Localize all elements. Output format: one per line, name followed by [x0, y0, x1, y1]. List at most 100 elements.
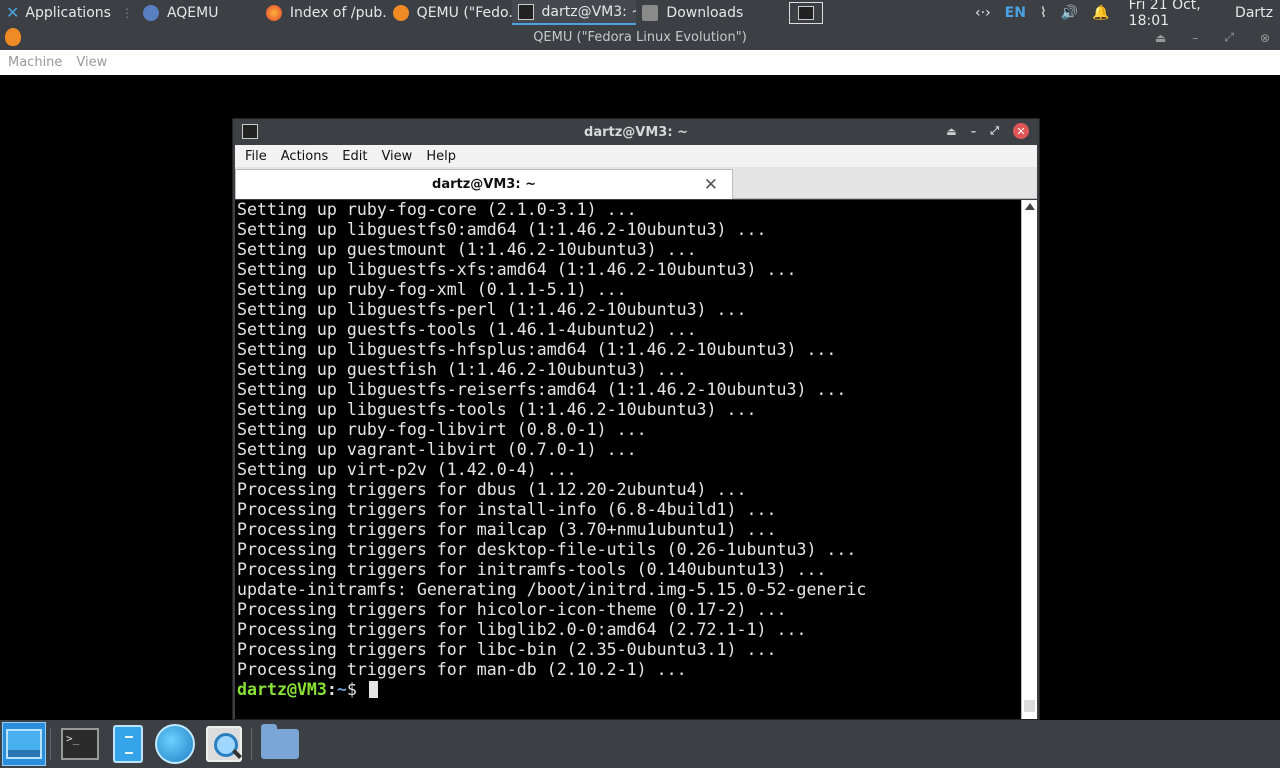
- keyboard-layout-indicator[interactable]: EN: [1005, 5, 1026, 21]
- terminal-line: Processing triggers for libc-bin (2.35-0…: [237, 640, 777, 659]
- terminal-line: Setting up libguestfs-tools (1:1.46.2-10…: [237, 400, 757, 419]
- window-list-button[interactable]: [789, 1, 824, 24]
- terminal-line: Setting up libguestfs-reiserfs:amd64 (1:…: [237, 380, 847, 399]
- applications-label: Applications: [25, 4, 111, 21]
- menu-help[interactable]: Help: [426, 149, 456, 164]
- close-icon[interactable]: ✕: [1013, 123, 1029, 139]
- terminal-window: dartz@VM3: ~ ⏏ – ⤢ ✕ File Actions Edit V…: [232, 118, 1040, 720]
- terminal-line: Processing triggers for desktop-file-uti…: [237, 540, 857, 559]
- desktop: ✕ Applications ⋮ AQEMU Index of /pub... …: [0, 0, 1280, 768]
- volume-icon[interactable]: 🔊: [1061, 5, 1078, 21]
- file-cabinet-icon: [113, 725, 143, 763]
- terminal-window-controls: ⏏ – ⤢ ✕: [946, 123, 1029, 139]
- terminal-icon: [242, 124, 258, 139]
- taskbar-item-qemu[interactable]: QEMU ("Fedo...: [387, 0, 512, 25]
- bottom-dock: >_: [0, 720, 1280, 768]
- qemu-window-title: QEMU ("Fedora Linux Evolution"): [533, 30, 747, 45]
- taskbar-label: dartz@VM3: ~: [541, 3, 637, 20]
- terminal-titlebar[interactable]: dartz@VM3: ~ ⏏ – ⤢ ✕: [233, 119, 1039, 145]
- taskbar-label: Index of /pub...: [289, 4, 387, 21]
- web-browser-launcher[interactable]: [153, 722, 197, 766]
- prompt-path: ~: [336, 680, 347, 699]
- terminal-window-title: dartz@VM3: ~: [584, 124, 688, 140]
- terminal-line: Processing triggers for man-db (2.10.2-1…: [237, 660, 687, 679]
- minimize-icon[interactable]: –: [971, 125, 977, 138]
- shade-icon[interactable]: ⏏: [946, 125, 956, 138]
- text-cursor: [368, 681, 378, 698]
- scrollbar-thumb[interactable]: [1024, 700, 1035, 712]
- qemu-icon: [392, 4, 409, 21]
- taskbar-label: AQEMU: [166, 4, 219, 21]
- panel-separator-icon: ⋮: [120, 5, 133, 20]
- wifi-icon[interactable]: ⌇: [1040, 5, 1047, 21]
- terminal-line: Setting up guestfs-tools (1.46.1-4ubuntu…: [237, 320, 697, 339]
- tab-label: dartz@VM3: ~: [432, 177, 536, 192]
- taskbar-label: Downloads: [666, 4, 744, 21]
- terminal-scrollbar[interactable]: [1021, 200, 1037, 719]
- folder-icon: [642, 4, 659, 21]
- taskbar-label: QEMU ("Fedo...: [416, 4, 512, 21]
- terminal-line: Processing triggers for dbus (1.12.20-2u…: [237, 480, 747, 499]
- menu-view[interactable]: View: [76, 55, 107, 70]
- terminal-line: Setting up guestmount (1:1.46.2-10ubuntu…: [237, 240, 697, 259]
- applications-menu-button[interactable]: ✕ Applications: [0, 0, 117, 25]
- prompt-colon: :: [326, 680, 337, 699]
- terminal-line: Processing triggers for initramfs-tools …: [237, 560, 827, 579]
- app-finder-launcher[interactable]: [202, 722, 246, 766]
- terminal-output[interactable]: Setting up ruby-fog-core (2.1.0-3.1) ...…: [235, 200, 1021, 719]
- terminal-launcher[interactable]: >_: [58, 722, 102, 766]
- terminal-line: Setting up ruby-fog-xml (0.1.1-5.1) ...: [237, 280, 627, 299]
- system-tray: ‹·› EN ⌇ 🔊 🔔 Fri 21 Oct, 18:01 Dartz: [759, 0, 1280, 29]
- file-cabinet-launcher[interactable]: [106, 722, 150, 766]
- terminal-line: Processing triggers for hicolor-icon-the…: [237, 600, 787, 619]
- terminal-line: Setting up virt-p2v (1.42.0-4) ...: [237, 460, 577, 479]
- terminal-prompt-line: dartz@VM3:~$: [235, 680, 1021, 700]
- terminal-icon: >_: [61, 728, 99, 760]
- terminal-tab[interactable]: dartz@VM3: ~ ✕: [235, 169, 733, 199]
- terminal-line: Setting up libguestfs-hfsplus:amd64 (1:1…: [237, 340, 837, 359]
- tab-close-icon[interactable]: ✕: [704, 175, 718, 195]
- terminal-line: update-initramfs: Generating /boot/initr…: [237, 580, 867, 599]
- shade-icon[interactable]: ⏏: [1155, 31, 1166, 45]
- terminal-line: Setting up ruby-fog-libvirt (0.8.0-1) ..…: [237, 420, 647, 439]
- terminal-icon: [517, 3, 534, 20]
- terminal-line: Setting up libguestfs-perl (1:1.46.2-10u…: [237, 300, 747, 319]
- terminal-line: Setting up guestfish (1:1.46.2-10ubuntu3…: [237, 360, 687, 379]
- scroll-up-arrow-icon[interactable]: [1025, 203, 1035, 210]
- maximize-icon[interactable]: ⤢: [1224, 30, 1234, 45]
- menu-edit[interactable]: Edit: [342, 149, 367, 164]
- terminal-line: Processing triggers for install-info (6.…: [237, 500, 777, 519]
- maximize-icon[interactable]: ⤢: [990, 124, 999, 138]
- menu-machine[interactable]: Machine: [8, 55, 62, 70]
- xfce-logo-icon: ✕: [6, 3, 20, 22]
- terminal-menubar: File Actions Edit View Help: [235, 145, 1037, 167]
- aqemu-icon: [142, 4, 159, 21]
- taskbar-item-terminal[interactable]: dartz@VM3: ~: [511, 0, 637, 25]
- taskbar-item-firefox[interactable]: Index of /pub...: [260, 0, 387, 25]
- close-icon[interactable]: ⊗: [1260, 31, 1270, 45]
- minimize-icon[interactable]: –: [1192, 31, 1198, 45]
- terminal-tabbar: dartz@VM3: ~ ✕: [235, 167, 1037, 199]
- taskbar-item-aqemu[interactable]: AQEMU: [137, 0, 260, 25]
- terminal-line: Setting up libguestfs0:amd64 (1:1.46.2-1…: [237, 220, 767, 239]
- qemu-menubar: Machine View: [0, 50, 1280, 75]
- menu-view[interactable]: View: [381, 149, 412, 164]
- menu-file[interactable]: File: [245, 149, 267, 164]
- network-icon[interactable]: ‹·›: [975, 5, 991, 21]
- qemu-icon: [5, 28, 21, 46]
- dock-separator: [251, 728, 252, 760]
- home-folder-icon: [261, 724, 299, 759]
- show-desktop-icon: [6, 729, 42, 759]
- home-folder-launcher[interactable]: [258, 722, 302, 766]
- user-menu[interactable]: Dartz: [1235, 5, 1273, 21]
- taskbar-item-downloads[interactable]: Downloads: [636, 0, 759, 25]
- notification-bell-icon[interactable]: 🔔: [1092, 5, 1109, 21]
- dock-separator: [50, 728, 51, 760]
- menu-actions[interactable]: Actions: [281, 149, 329, 164]
- terminal-icon: [798, 5, 815, 20]
- terminal-line: Processing triggers for libglib2.0-0:amd…: [237, 620, 807, 639]
- terminal-line: Setting up vagrant-libvirt (0.7.0-1) ...: [237, 440, 637, 459]
- app-finder-icon: [206, 726, 242, 762]
- prompt-symbol: $: [346, 680, 357, 699]
- show-desktop-button[interactable]: [2, 722, 46, 766]
